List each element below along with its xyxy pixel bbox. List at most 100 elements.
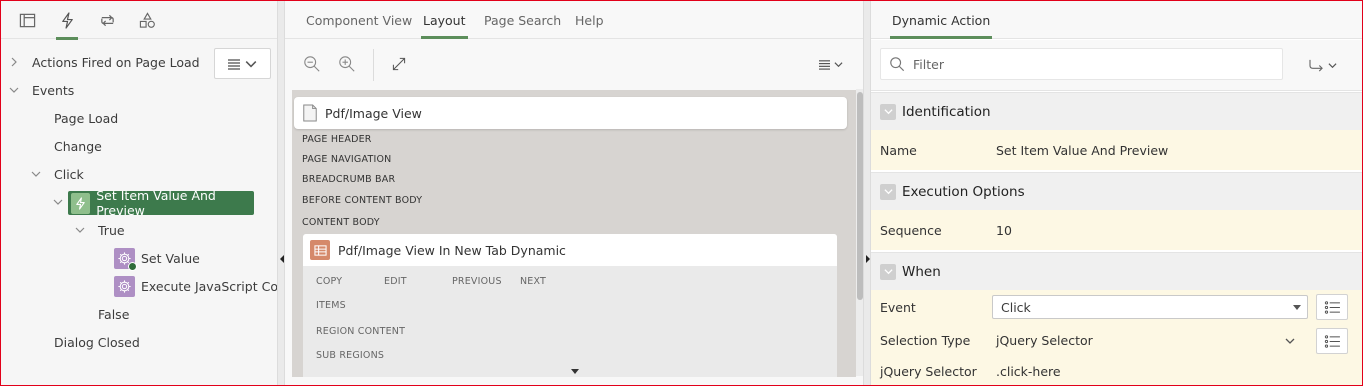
tree-item-label: Dialog Closed [54,334,140,350]
property-jquery-selector[interactable]: jQuery Selector .click-here [871,356,1362,385]
list-icon [1324,334,1340,348]
position-next[interactable]: NEXT [520,276,546,287]
tree-item-page-load[interactable]: Page Load [54,106,118,130]
bolt-icon [61,11,73,29]
tab-component-view[interactable]: Component View [306,13,412,28]
event-select[interactable]: Click [992,295,1308,319]
chevron-right-icon[interactable] [9,57,19,67]
jquery-selector-field[interactable]: .click-here [996,364,1061,379]
refresh-icon [100,14,114,26]
filter-field[interactable] [880,48,1283,80]
right-splitter[interactable] [863,1,871,385]
tab-dynamic-action[interactable]: Dynamic Action [889,13,993,39]
tab-page-search[interactable]: Page Search [484,13,561,28]
position-items[interactable]: ITEMS [316,300,346,311]
chevron-down-icon [1328,62,1337,68]
position-page-header[interactable]: PAGE HEADER [302,134,372,145]
region-card[interactable]: Pdf/Image View In New Tab Dynamic COPY E… [303,234,837,377]
chevron-down-icon[interactable] [31,169,41,179]
chevron-down-icon [245,60,257,68]
property-name[interactable]: Name Set Item Value And Preview [871,130,1362,170]
property-label: Name [880,142,917,158]
sequence-field[interactable]: 10 [996,223,1012,238]
name-field[interactable]: Set Item Value And Preview [996,143,1168,158]
play-badge-icon [128,261,137,271]
position-page-navigation[interactable]: PAGE NAVIGATION [302,154,391,165]
zoom-in-icon[interactable] [337,54,357,74]
position-before-content-body[interactable]: BEFORE CONTENT BODY [302,195,422,206]
section-when[interactable]: When [871,252,1362,290]
collapse-right-arrow-icon[interactable] [866,255,870,263]
tree-item-dialog-closed[interactable]: Dialog Closed [54,330,140,354]
tree-item-label: False [98,306,130,322]
tree-item-click[interactable]: Click [54,162,84,186]
position-sub-regions[interactable]: SUB REGIONS [316,350,384,361]
tree-item-false[interactable]: False [98,302,129,326]
search-icon [890,57,905,72]
region-title: Pdf/Image View In New Tab Dynamic [338,242,566,258]
layout-icon [19,13,35,27]
tree-item-selected-action[interactable]: Set Item Value And Preview [68,188,254,218]
tab-rendering[interactable] [10,1,44,39]
region-header[interactable]: Pdf/Image View In New Tab Dynamic [303,234,837,266]
tree-item-execute-js[interactable]: Execute JavaScript Code [114,274,277,298]
zoom-out-icon[interactable] [302,54,322,74]
tree-item-events[interactable]: Events [32,78,74,102]
left-panel-tabs [1,1,277,40]
tab-dynamic-actions[interactable] [50,1,84,40]
page-icon [303,104,317,122]
chevron-down-icon[interactable] [880,263,896,280]
tree-item-actions-fired[interactable]: Actions Fired on Page Load [32,50,200,74]
chevron-down-icon[interactable] [53,197,63,207]
gear-icon [114,247,137,271]
selection-type-select[interactable]: jQuery Selector [996,333,1093,348]
event-list-button[interactable] [1316,294,1348,320]
go-to-group-button[interactable] [1308,54,1344,76]
layout-canvas[interactable]: Pdf/Image View PAGE HEADER PAGE NAVIGATI… [292,90,856,377]
collapse-left-arrow-icon[interactable] [280,255,284,263]
gear-icon [114,275,135,297]
left-panel: Actions Fired on Page Load Events Page L… [1,1,277,385]
tree-item-true[interactable]: True [98,218,125,242]
section-identification[interactable]: Identification [871,92,1362,130]
selection-type-list-button[interactable] [1316,328,1348,354]
property-event[interactable]: Event Click [871,290,1362,324]
tree-item-label: Page Load [54,110,119,126]
property-sequence[interactable]: Sequence 10 [871,210,1362,250]
position-copy[interactable]: COPY [316,276,342,287]
hamburger-icon [228,58,240,70]
page-header-card[interactable]: Pdf/Image View [294,97,847,129]
dropdown-arrow-icon [1293,305,1301,310]
property-selection-type[interactable]: Selection Type jQuery Selector [871,324,1362,356]
tab-processing[interactable] [90,1,124,39]
chevron-down-icon[interactable] [880,183,896,200]
chevron-down-icon[interactable] [9,85,19,95]
chevron-down-icon [833,61,843,67]
tree-item-set-value[interactable]: Set Value [114,246,200,271]
position-edit[interactable]: EDIT [384,276,407,287]
expand-icon[interactable] [389,54,409,74]
position-previous[interactable]: PREVIOUS [452,276,502,287]
position-content-body[interactable]: CONTENT BODY [302,217,380,228]
left-splitter[interactable] [277,1,285,385]
scroll-down-arrow-icon[interactable] [571,369,579,374]
position-breadcrumb-bar[interactable]: BREADCRUMB BAR [302,174,395,185]
chevron-down-icon[interactable] [75,225,85,235]
tree-item-label: Events [32,82,75,98]
position-region-content[interactable]: REGION CONTENT [316,326,405,337]
tree-menu-button[interactable] [214,48,271,79]
filter-input[interactable] [913,56,1263,72]
tree-item-change[interactable]: Change [54,134,102,158]
section-title: When [902,263,941,280]
layout-menu-button[interactable] [815,54,845,74]
tab-layout[interactable]: Layout [421,13,467,39]
chevron-down-icon[interactable] [880,103,896,120]
section-execution-options[interactable]: Execution Options [871,172,1362,210]
chevron-down-icon[interactable] [1285,336,1295,346]
tab-shared-components[interactable] [130,1,164,39]
list-icon [1324,300,1340,314]
tab-help[interactable]: Help [575,13,604,28]
middle-tabs: Component View Layout Page Search Help [285,1,863,39]
table-icon [310,240,330,260]
event-selected-value: Click [1001,299,1031,315]
